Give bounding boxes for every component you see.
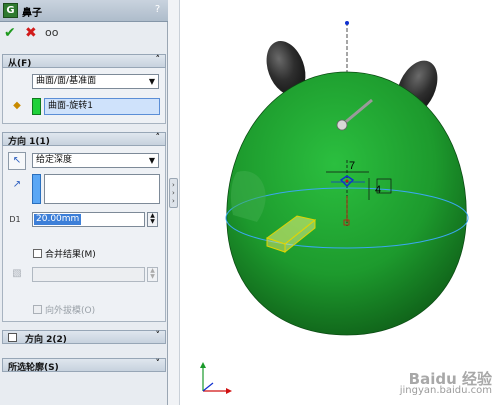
start-condition-select[interactable]: 曲面/面/基准面 ▼ <box>32 74 159 89</box>
merge-result-checkbox[interactable]: 合并结果(M) <box>33 247 96 260</box>
sketch-origin-point <box>345 179 349 183</box>
collapse-chevron-icon: ˄ <box>155 55 161 65</box>
direction1-section-body: ↖ 给定深度 ▼ ↗ D1 20.00mm ▲ ▼ 合并结果(M) ▧ ▲ ▼ 向外… <box>2 146 166 322</box>
draft-angle-input <box>32 267 145 282</box>
end-condition-select[interactable]: 给定深度 ▼ <box>32 153 159 168</box>
detailed-preview-button[interactable]: oo <box>45 26 58 39</box>
expand-chevron-icon: ˅ <box>155 359 161 369</box>
from-entity-field[interactable]: 曲面-旋转1 <box>44 98 160 115</box>
watermark: Baidu 经验 jingyan.baidu.com <box>399 370 492 397</box>
axis-endpoint <box>345 21 349 25</box>
dimension-4[interactable]: 4 <box>375 184 381 196</box>
graphics-viewport[interactable]: 7 4 Baidu 经验 jingyan.baidu.com <box>181 0 500 405</box>
depth-spinner[interactable]: ▲ ▼ <box>147 212 158 227</box>
selected-contours-section-header[interactable]: 所选轮廓(S) ˅ <box>2 358 166 373</box>
chevron-down-icon: ▼ <box>148 77 155 86</box>
extrude-feature-icon: G <box>3 3 18 18</box>
selection-color-chip <box>32 98 41 115</box>
property-manager-titlebar: G 鼻子 ? <box>0 0 168 22</box>
action-bar: ✔ ✖ oo <box>0 23 168 45</box>
direction-vector-field[interactable] <box>44 174 160 204</box>
draft-icon: ▧ <box>12 268 22 279</box>
depth-icon: D1 <box>9 215 21 224</box>
from-section-header[interactable]: 从(F) ˄ <box>2 54 166 69</box>
direction-vector-icon: ↗ <box>12 179 22 190</box>
expand-chevron-icon: ˅ <box>155 331 161 341</box>
from-section-body: 曲面/面/基准面 ▼ ◆ 曲面-旋转1 <box>2 68 166 124</box>
rotation-handle-knob[interactable] <box>336 119 348 131</box>
collapse-panel-handle[interactable]: › › › <box>169 178 178 208</box>
dimension-7[interactable]: 7 <box>349 160 355 172</box>
draft-outward-checkbox: 向外拔模(O) <box>33 303 95 316</box>
reverse-direction-button[interactable]: ↖ <box>8 152 26 170</box>
face-select-icon: ◆ <box>13 100 21 111</box>
collapse-chevron-icon: ˄ <box>155 133 161 143</box>
ok-button[interactable]: ✔ <box>4 25 16 41</box>
direction2-checkbox[interactable] <box>8 333 17 342</box>
depth-input[interactable]: 20.00mm <box>32 212 145 227</box>
feature-title: 鼻子 <box>22 8 42 19</box>
direction1-section-header[interactable]: 方向 1(1) ˄ <box>2 132 166 147</box>
help-button[interactable]: ? <box>152 4 163 16</box>
reference-triad <box>200 362 232 394</box>
chevron-down-icon: ▼ <box>148 156 155 165</box>
draft-angle-spinner: ▲ ▼ <box>147 267 158 282</box>
panel-splitter[interactable]: › › › <box>168 0 180 405</box>
model-view[interactable]: 7 4 <box>181 0 500 405</box>
direction-color-chip <box>32 174 41 204</box>
property-manager: G 鼻子 ? ✔ ✖ oo 从(F) ˄ 曲面/面/基准面 ▼ ◆ 曲面-旋转1… <box>0 0 168 405</box>
cancel-button[interactable]: ✖ <box>25 25 37 41</box>
direction2-section-header[interactable]: 方向 2(2) ˅ <box>2 330 166 345</box>
